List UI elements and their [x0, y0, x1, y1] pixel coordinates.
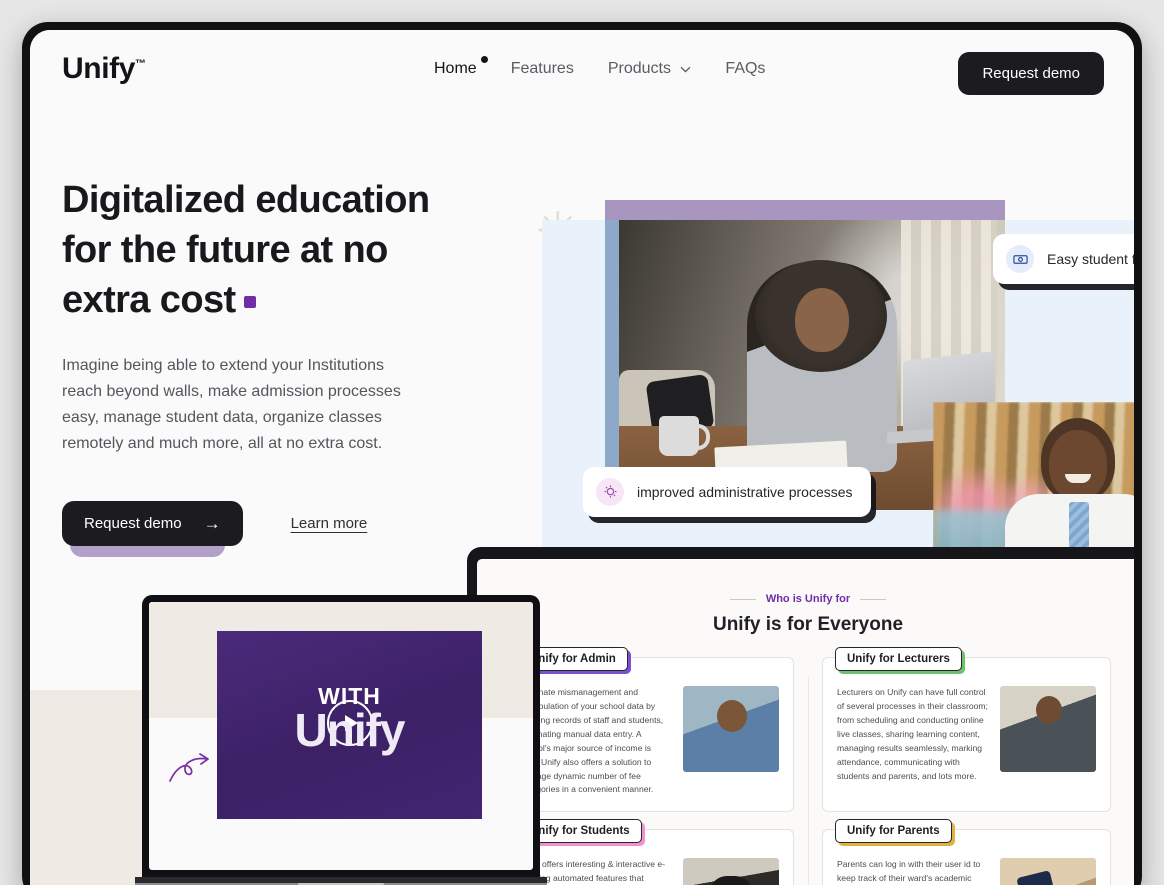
nav-label: Features — [510, 60, 574, 77]
device-screen: ✳ ✳ — [30, 30, 1134, 885]
card-unify-for-lecturers[interactable]: Unify for Lecturers Lecturers on Unify c… — [822, 647, 1111, 813]
hero-actions: Request demo → Learn more — [62, 501, 482, 558]
card-text: Parents can log in with their user id to… — [837, 859, 981, 884]
badge-improved-administrative-processes: improved administrative processes — [583, 467, 871, 517]
hero-photo-person-face — [795, 288, 849, 352]
eyebrow-dash-left — [729, 598, 756, 600]
nav-item-products[interactable]: Products — [608, 60, 692, 78]
nav-item-home[interactable]: Home — [434, 56, 488, 78]
card-thumbnail-lecturer — [1000, 686, 1096, 772]
side-photo-face — [1049, 430, 1107, 500]
nav-item-faqs[interactable]: FAQs — [725, 60, 765, 78]
card-unify-for-admin[interactable]: Unify for Admin Eliminate mismanagement … — [505, 647, 794, 813]
card-body: Unify offers interesting & interactive e… — [520, 858, 779, 885]
website-viewport: ✳ ✳ — [30, 30, 1134, 885]
tablet-screen: WITH Unify — [149, 602, 533, 870]
card-thumbnail-parent — [1000, 858, 1096, 885]
accent-period-icon — [243, 296, 256, 309]
card-chip: Unify for Parents — [835, 819, 952, 844]
laptop-screen: Who is Unify for Unify is for Everyone U… — [477, 559, 1134, 885]
badge-label: improved administrative processes — [637, 484, 853, 500]
nav-label: FAQs — [725, 60, 766, 77]
hero-title-line-3: extra cost — [62, 279, 236, 322]
card-thumbnail-student — [683, 858, 779, 885]
card-unify-for-students[interactable]: Unify for Students Unify offers interest… — [505, 819, 794, 885]
logo[interactable]: Unify™ — [62, 52, 146, 86]
badge-easy-student-fees: Easy student fees — [993, 234, 1134, 284]
hero-title-line-1: Digitalized education — [62, 179, 430, 221]
nav-label: Home — [434, 60, 477, 77]
hero-description: Imagine being able to extend your Instit… — [62, 357, 401, 453]
screenshot-root: ✳ ✳ — [0, 0, 1164, 885]
hero-photo-mug — [659, 416, 710, 456]
device-frame-outer: ✳ ✳ — [22, 22, 1142, 885]
hero-request-demo-button[interactable]: Request demo → — [62, 501, 243, 547]
main-nav: Home Features Products FAQs — [434, 56, 765, 78]
card-thumbnail-admin — [683, 686, 779, 772]
decorative-purple-bar — [605, 200, 1005, 222]
logo-text: Unify — [62, 52, 136, 85]
card-text: Lecturers on Unify can have full control… — [837, 687, 988, 781]
card-unify-for-parents[interactable]: Unify for Parents Parents can log in wit… — [822, 819, 1111, 885]
laptop-device: Who is Unify for Unify is for Everyone U… — [467, 547, 1134, 885]
card-body: Eliminate mismanagement and manipulation… — [520, 686, 779, 797]
card-body: Lecturers on Unify can have full control… — [837, 686, 1096, 783]
tablet-device: WITH Unify — [135, 595, 547, 885]
hero-title: Digitalized education for the future at … — [62, 175, 482, 325]
active-dot-icon — [480, 56, 488, 63]
hero-title-line-2: for the future at no — [62, 229, 388, 272]
lightbulb-icon — [596, 478, 624, 506]
learn-more-link[interactable]: Learn more — [291, 515, 368, 532]
laptop-eyebrow: Who is Unify for — [477, 593, 1134, 605]
laptop-column-divider — [808, 677, 809, 885]
card-chip: Unify for Lecturers — [835, 647, 962, 671]
nav-label: Products — [607, 60, 671, 77]
laptop-lid: Who is Unify for Unify is for Everyone U… — [467, 547, 1134, 885]
tablet-video-player[interactable]: WITH Unify — [217, 631, 482, 819]
hero-request-demo-wrapper: Request demo → — [62, 501, 243, 558]
card-body: Parents can log in with their user id to… — [837, 858, 1096, 885]
laptop-section-heading: Unify is for Everyone — [712, 614, 904, 635]
eyebrow-dash-right — [860, 598, 887, 600]
arrow-right-icon: → — [203, 514, 221, 534]
header-request-demo-button[interactable]: Request demo — [958, 52, 1104, 95]
video-word-unify: Unify — [294, 704, 406, 756]
eyebrow-label: Who is Unify for — [765, 593, 851, 605]
money-icon — [1006, 245, 1034, 273]
badge-label: Easy student fees — [1047, 251, 1134, 267]
arrow-doodle-icon — [167, 750, 221, 791]
nav-item-features[interactable]: Features — [511, 60, 574, 78]
button-label: Request demo — [84, 515, 182, 533]
chevron-down-icon — [680, 62, 691, 76]
site-header: Unify™ Home Features Products FAQs Reque… — [30, 30, 1134, 126]
tablet-lid: WITH Unify — [142, 595, 540, 877]
hero-left-column: Digitalized education for the future at … — [62, 175, 482, 558]
trademark-icon: ™ — [135, 58, 146, 70]
